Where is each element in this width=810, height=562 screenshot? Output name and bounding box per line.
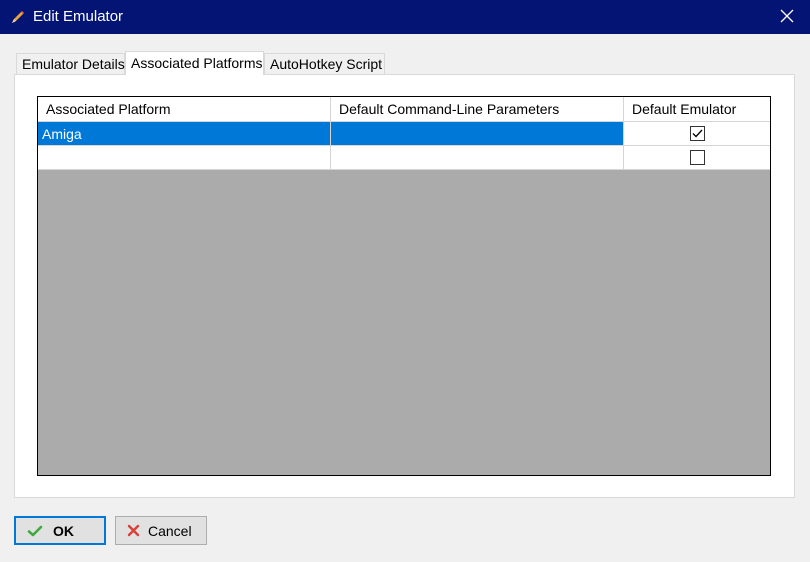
table-row[interactable] [38,146,770,170]
pencil-icon [10,9,26,25]
cancel-button[interactable]: Cancel [115,516,207,545]
ok-label: OK [53,522,74,539]
x-icon [126,523,142,539]
platform-cell[interactable] [38,146,331,169]
default-cell [624,122,770,145]
tab-autohotkey-script[interactable]: AutoHotkey Script [264,53,385,74]
column-header-default[interactable]: Default Emulator [624,97,770,121]
close-icon [780,9,794,26]
ok-button[interactable]: OK [14,516,106,545]
table-row[interactable]: Amiga [38,122,770,146]
grid-header: Associated Platform Default Command-Line… [38,97,770,122]
default-emulator-checkbox[interactable] [689,150,705,165]
checkmark-icon [692,129,702,138]
default-emulator-checkbox[interactable] [689,126,705,141]
checkmark-icon [27,523,43,539]
column-header-platform[interactable]: Associated Platform [38,97,331,121]
platforms-grid[interactable]: Associated Platform Default Command-Line… [37,96,771,476]
title-bar: Edit Emulator [0,0,810,34]
window-title: Edit Emulator [33,8,124,25]
params-cell[interactable] [331,146,624,169]
tab-associated-platforms[interactable]: Associated Platforms [125,51,264,75]
cancel-label: Cancel [148,522,192,539]
close-button[interactable] [764,0,810,34]
tab-emulator-details[interactable]: Emulator Details [16,53,125,74]
default-cell [624,146,770,169]
platform-cell[interactable]: Amiga [38,122,331,145]
column-header-params[interactable]: Default Command-Line Parameters [331,97,624,121]
params-cell[interactable] [331,122,624,145]
